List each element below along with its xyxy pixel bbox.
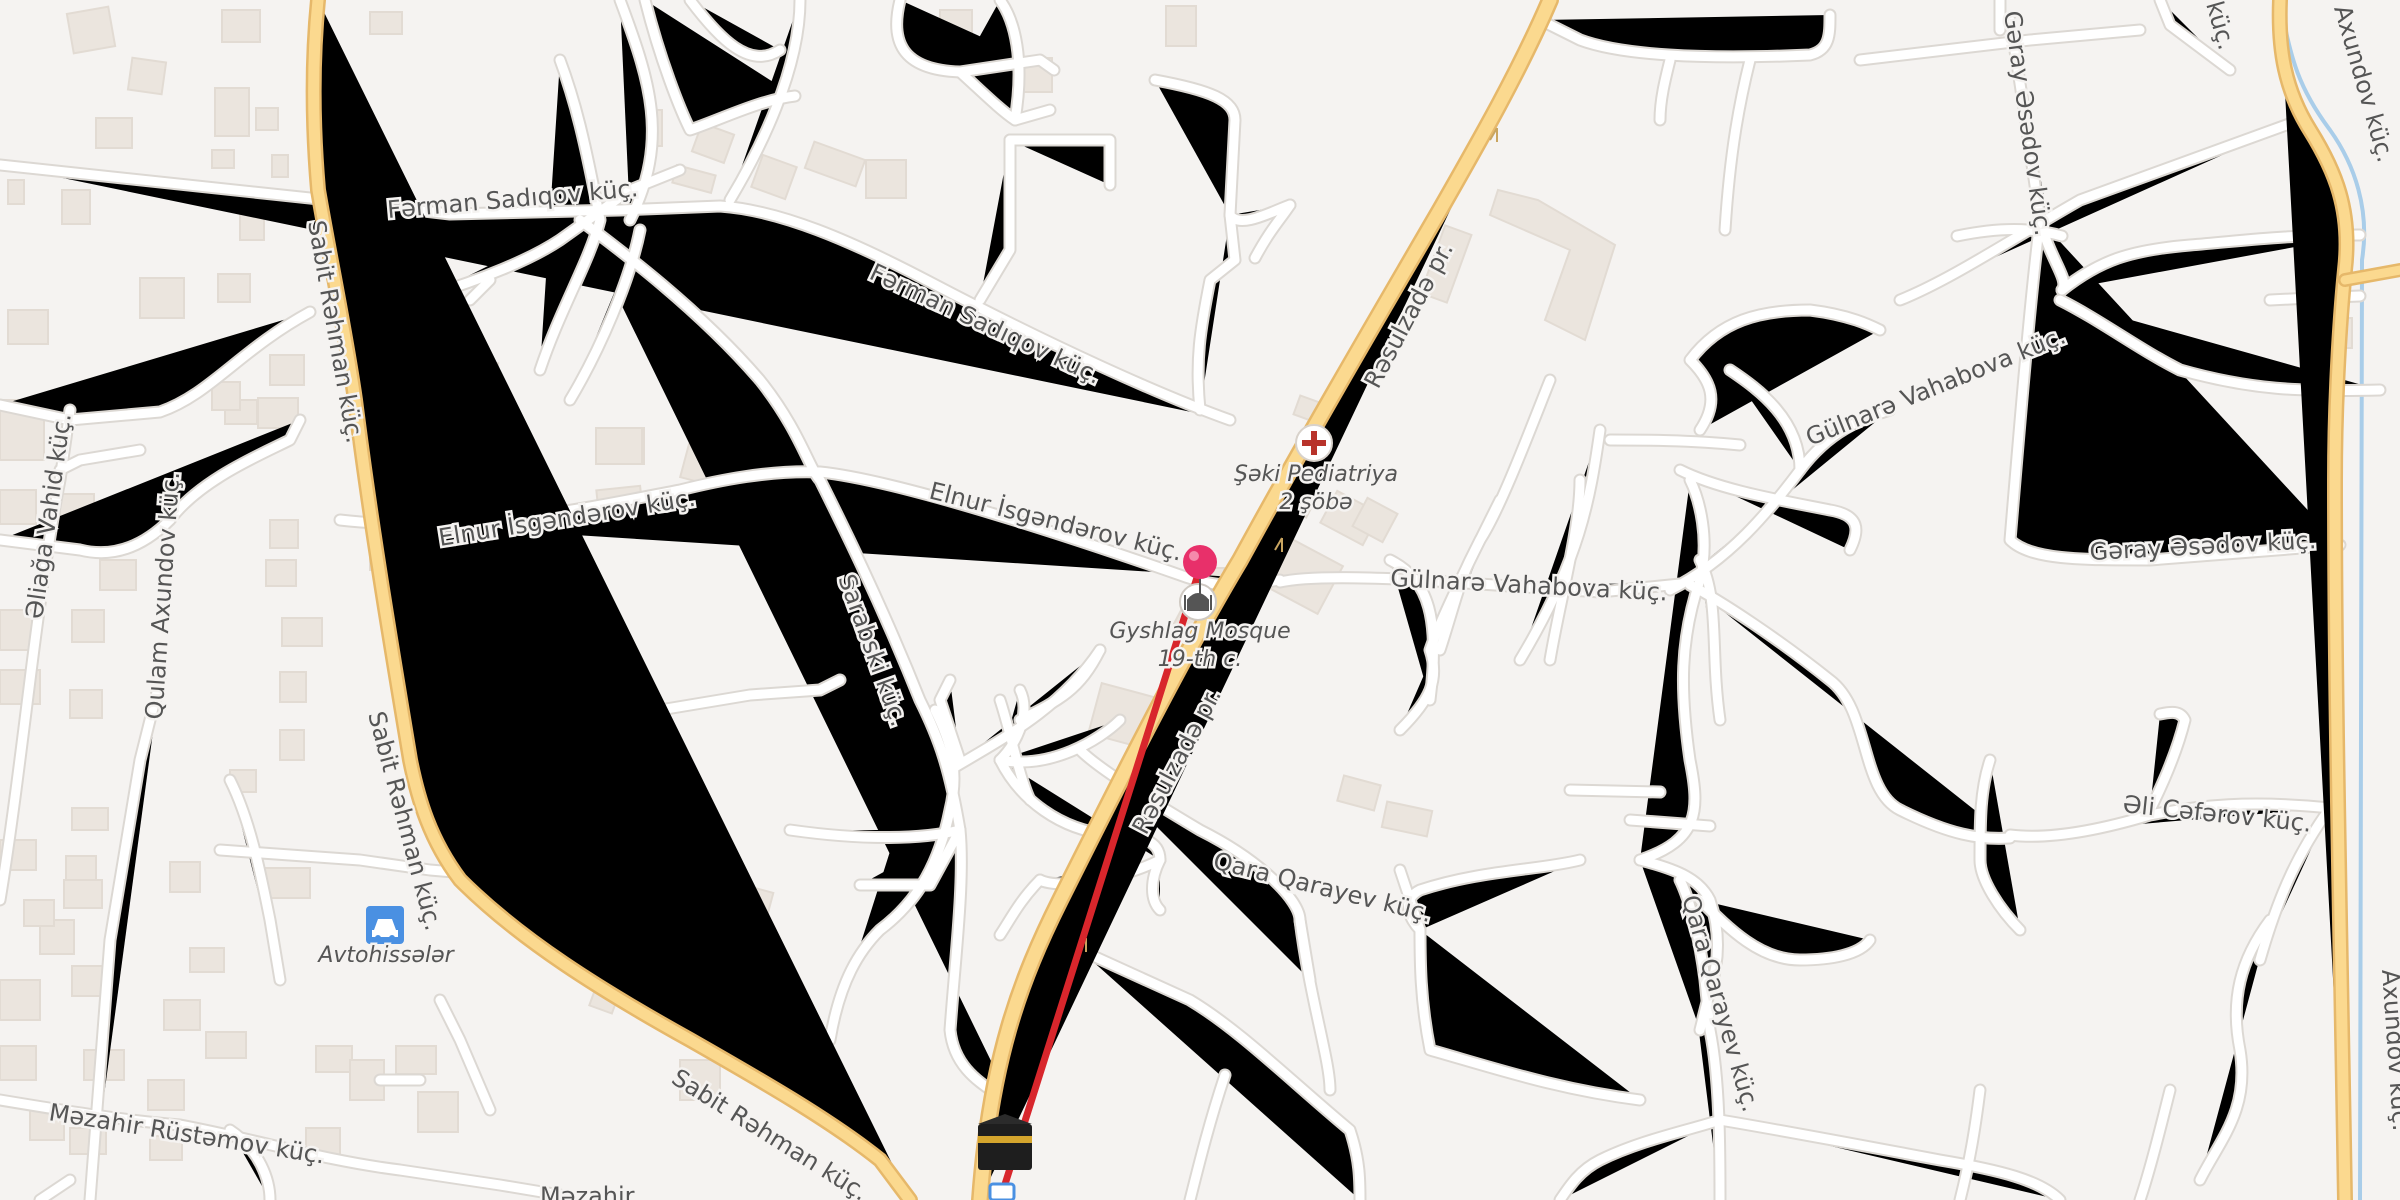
hospital-label-line2: 2 şöbə (1279, 490, 1352, 515)
hospital-label-line1: Şəki Pediatriya (1234, 462, 1398, 487)
bus-stop-marker[interactable] (988, 1182, 1016, 1200)
mosque-label-line2: 19-th c. (1158, 647, 1243, 672)
kaaba-icon (978, 1124, 1032, 1170)
kaaba-marker[interactable] (978, 1114, 1032, 1170)
map-canvas[interactable]: Fərman Sadıqov küç. Fərman Sadıqov küç. … (0, 0, 2400, 1200)
bus-stop-icon (988, 1182, 1016, 1200)
street-label-partial-bottom: Məzahir (540, 1182, 635, 1200)
car-parts-label: Avtohissələr (316, 943, 455, 968)
mosque-label-line1: Gyshlag Mosque (1109, 619, 1290, 644)
location-pin-icon (1183, 545, 1217, 579)
